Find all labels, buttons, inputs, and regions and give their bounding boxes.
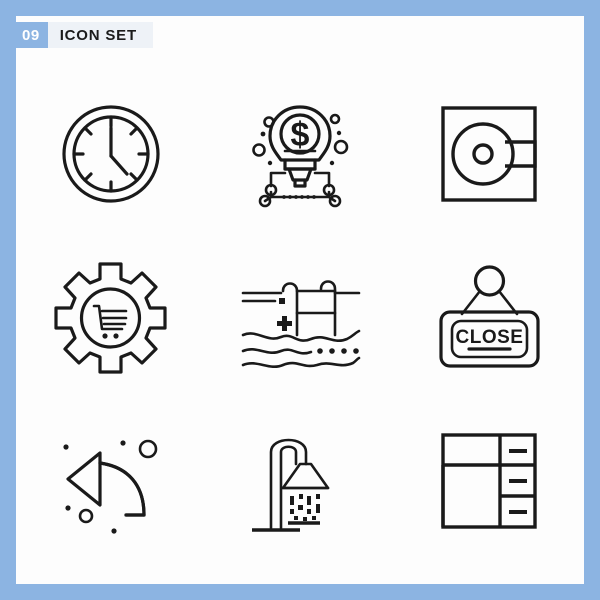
office-desk-icon — [441, 433, 538, 529]
undo-arrow-icon — [63, 439, 158, 534]
icon-cell-undo-arrow[interactable] — [16, 399, 205, 562]
icon-set-page: 09 ICON SET $ CLOSE — [0, 0, 600, 600]
header-bar: 09 ICON SET — [0, 22, 153, 48]
icon-cell-idea-money-bulb[interactable]: $ — [205, 72, 394, 235]
icon-cell-office-desk[interactable] — [395, 399, 584, 562]
swimming-pool-icon — [241, 280, 361, 369]
icon-cell-shower[interactable] — [205, 399, 394, 562]
close-sign-icon: CLOSE — [439, 265, 540, 368]
header-number-badge: 09 — [0, 22, 48, 48]
page-title: ICON SET — [47, 22, 153, 48]
icon-cell-swimming-pool[interactable] — [205, 235, 394, 398]
icon-cell-compact-disc-case[interactable] — [395, 72, 584, 235]
close-label: CLOSE — [455, 327, 523, 348]
icon-cell-ecommerce-gear[interactable] — [16, 235, 205, 398]
shower-icon — [251, 439, 330, 533]
idea-money-bulb-icon: $ — [252, 105, 349, 207]
icon-sheet-canvas: 09 ICON SET $ CLOSE — [0, 16, 584, 584]
ecommerce-gear-icon — [54, 262, 167, 375]
wall-clock-icon — [62, 105, 160, 203]
icon-grid: $ CLOSE — [16, 72, 584, 562]
icon-cell-close-sign[interactable]: CLOSE — [395, 235, 584, 398]
dollar-glyph: $ — [291, 116, 310, 154]
compact-disc-case-icon — [441, 105, 538, 202]
icon-cell-wall-clock[interactable] — [16, 72, 205, 235]
